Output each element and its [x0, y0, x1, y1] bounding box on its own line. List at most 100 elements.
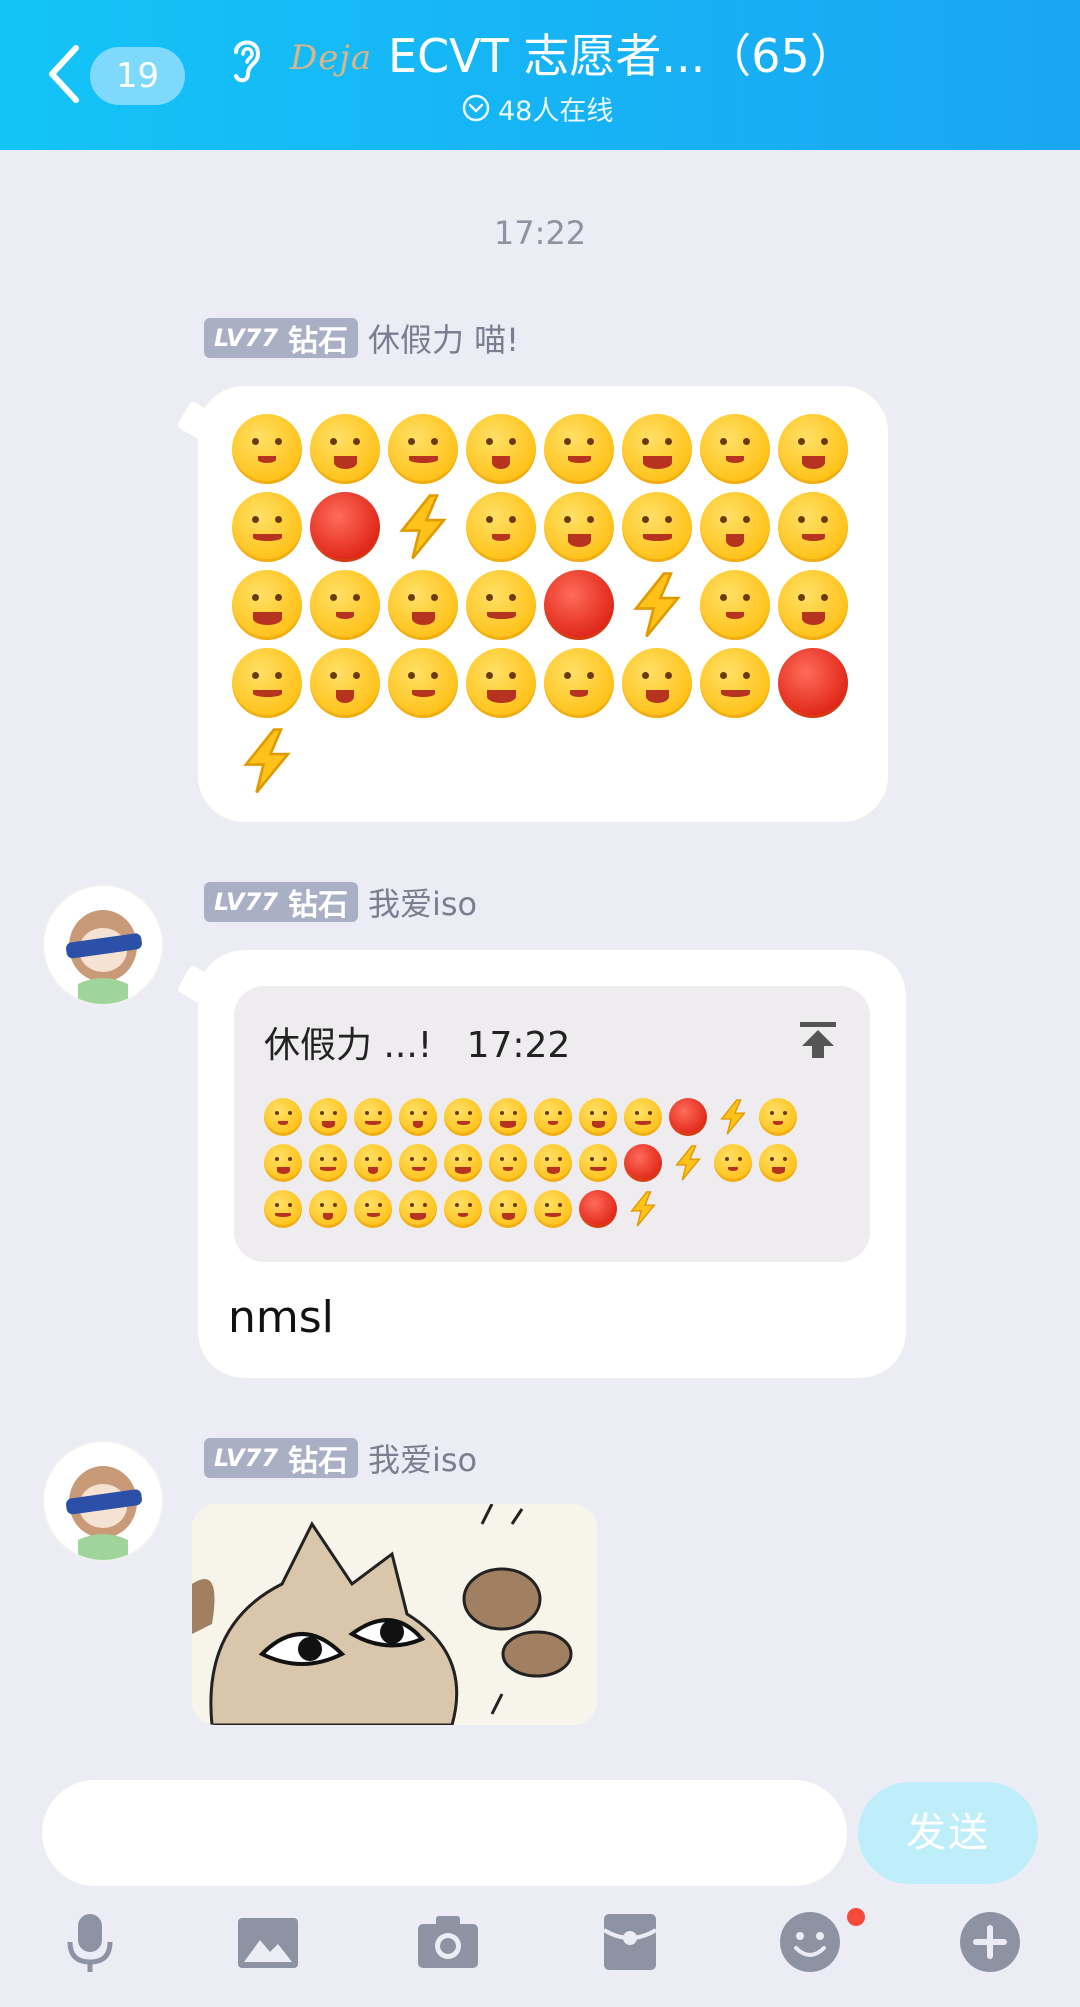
message-input[interactable]: [42, 1780, 847, 1886]
chevron-down-circle-icon: [462, 94, 490, 122]
emoji-icon: [354, 1190, 392, 1228]
emoji-icon: [489, 1098, 527, 1136]
sender-info: LV77 钻石 我爱iso: [204, 880, 477, 924]
group-title[interactable]: ECVT 志愿者...（65）: [388, 24, 856, 88]
emoji-icon: [232, 648, 302, 718]
emoji-icon: [232, 492, 302, 562]
emoji-icon: [310, 492, 380, 562]
emoji-icon: [778, 414, 848, 484]
sender-name[interactable]: 我爱iso: [368, 879, 477, 925]
emoji-icon: [778, 570, 848, 640]
emoji-icon: [622, 570, 692, 640]
emoji-icon: [399, 1144, 437, 1182]
emoji-icon: [309, 1144, 347, 1182]
emoji-icon: [309, 1098, 347, 1136]
emoji-icon: [714, 1144, 752, 1182]
send-button[interactable]: 发送: [858, 1782, 1038, 1884]
emoji-icon: [700, 648, 770, 718]
emoji-icon: [388, 492, 458, 562]
emoji-icon: [778, 648, 848, 718]
emoji-icon: [669, 1144, 707, 1182]
emoji-icon: [264, 1098, 302, 1136]
emoji-icon: [622, 492, 692, 562]
emoji-icon: [466, 492, 536, 562]
emoji-icon: [579, 1098, 617, 1136]
emoji-icon: [714, 1098, 752, 1136]
quote-sender: 休假力 ...!: [264, 1025, 433, 1066]
emoji-icon: [388, 570, 458, 640]
group-logo: Deja: [290, 38, 373, 78]
emoji-icon: [466, 414, 536, 484]
quoted-emoji-list: [264, 1098, 797, 1228]
emoji-icon: [534, 1190, 572, 1228]
emoji-icon: [232, 414, 302, 484]
emoji-icon: [264, 1144, 302, 1182]
level-badge: LV77 钻石: [204, 318, 358, 359]
emoji-icon: [624, 1190, 662, 1228]
emoji-icon: [444, 1144, 482, 1182]
emoji-icon: [466, 648, 536, 718]
emoji-icon: [388, 648, 458, 718]
online-status[interactable]: 48人在线: [462, 88, 613, 128]
emoji-icon: [264, 1190, 302, 1228]
emoji-icon: [232, 570, 302, 640]
emoji-icon: [534, 1144, 572, 1182]
plus-icon[interactable]: [958, 1910, 1022, 1974]
rank-label: 钻石: [287, 888, 348, 923]
emoji-icon: [310, 414, 380, 484]
emoji-icon: [622, 414, 692, 484]
rank-label: 钻石: [287, 1444, 348, 1479]
time-separator: 17:22: [493, 214, 587, 252]
level-badge: LV77 钻石: [204, 882, 358, 923]
level-label: LV77: [214, 324, 278, 352]
level-label: LV77: [214, 888, 278, 916]
avatar[interactable]: [42, 1440, 164, 1562]
emoji-message: [232, 414, 848, 796]
sender-name[interactable]: 休假力 喵!: [368, 315, 519, 361]
emoji-icon: [579, 1144, 617, 1182]
emoji-icon: [759, 1098, 797, 1136]
emoji-icon: [544, 570, 614, 640]
emoji-icon: [778, 492, 848, 562]
quoted-message[interactable]: 休假力 ...! 17:22: [234, 986, 870, 1262]
camera-icon[interactable]: [416, 1910, 480, 1974]
emoji-icon: [310, 648, 380, 718]
ear-icon[interactable]: [224, 34, 268, 84]
emoji-icon: [534, 1098, 572, 1136]
emoji-icon: [466, 570, 536, 640]
emoji-icon: [354, 1098, 392, 1136]
emoji-icon: [622, 648, 692, 718]
emoji-icon: [399, 1098, 437, 1136]
emoji-icon: [354, 1144, 392, 1182]
level-label: LV77: [214, 1444, 278, 1472]
emoji-icon: [444, 1190, 482, 1228]
back-arrow-icon[interactable]: [44, 42, 84, 106]
image-icon[interactable]: [236, 1910, 300, 1974]
emoji-icon: [669, 1098, 707, 1136]
unread-count-badge[interactable]: 19: [90, 47, 185, 105]
emoji-icon: [399, 1190, 437, 1228]
emoji-icon: [489, 1144, 527, 1182]
emoji-icon: [544, 414, 614, 484]
avatar[interactable]: [42, 884, 164, 1006]
emoji-icon: [624, 1098, 662, 1136]
emoji-icon: [700, 414, 770, 484]
emoji-icon: [544, 648, 614, 718]
microphone-icon[interactable]: [58, 1910, 122, 1974]
quote-time: 17:22: [466, 1025, 571, 1066]
level-badge: LV77 钻石: [204, 1438, 358, 1479]
red-packet-icon[interactable]: [598, 1910, 662, 1974]
emoji-icon: [444, 1098, 482, 1136]
emoji-icon: [759, 1144, 797, 1182]
jump-to-top-icon[interactable]: [796, 1018, 840, 1062]
sender-name[interactable]: 我爱iso: [368, 1435, 477, 1481]
sender-info: LV77 钻石 我爱iso: [204, 1436, 477, 1480]
chat-header: 19 Deja ECVT 志愿者...（65） 48人在线: [0, 0, 1080, 150]
emoji-icon: [700, 492, 770, 562]
message-text: nmsl: [228, 1292, 334, 1343]
emoji-icon: [544, 492, 614, 562]
sender-info: LV77 钻石 休假力 喵!: [204, 316, 519, 360]
online-count: 48人在线: [498, 95, 614, 127]
cat-sticker[interactable]: [192, 1504, 597, 1725]
emoji-icon[interactable]: [778, 1910, 842, 1974]
